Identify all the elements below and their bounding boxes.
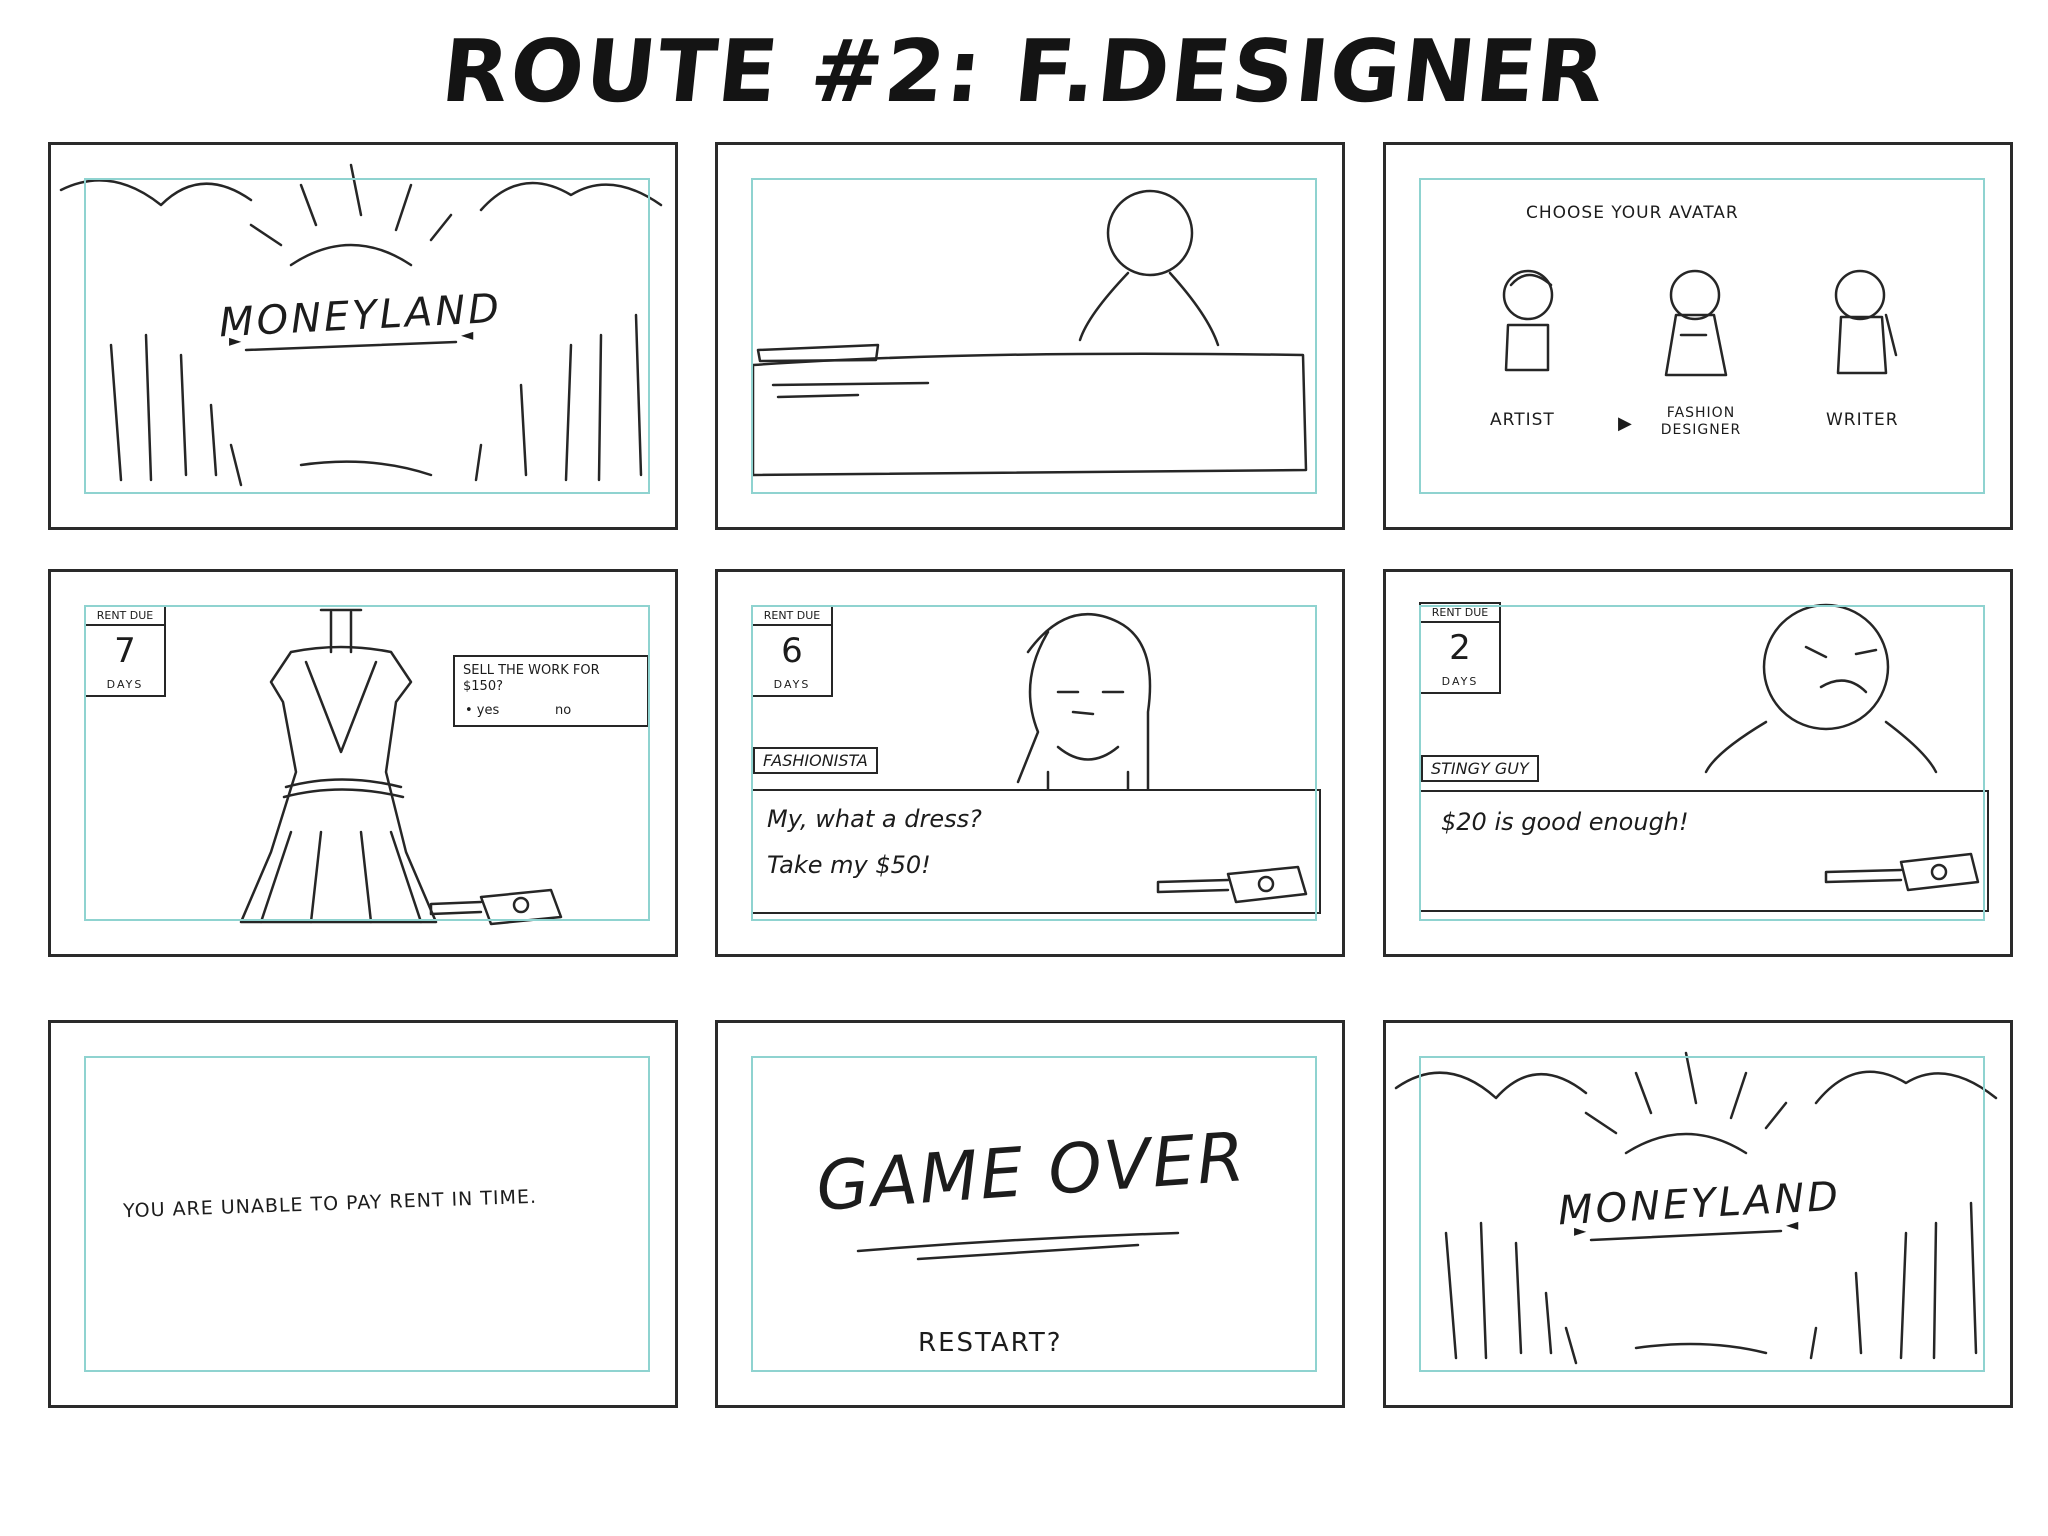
character-silhouette-sketch [751, 189, 1308, 477]
avatar-option-fashion-designer[interactable]: FASHION DESIGNER [1641, 405, 1761, 439]
sell-prompt-box: SELL THE WORK FOR $150? • yes no [453, 655, 649, 727]
choice-yes[interactable]: • yes [465, 703, 499, 718]
panel-sell-dress: RENT DUE 7 DAYS SELL THE WORK FOR $150? … [48, 569, 678, 957]
panel-game-over: GAME OVER RESTART? [715, 1020, 1345, 1408]
fail-message: YOU ARE UNABLE TO PAY RENT IN TIME. [122, 1185, 538, 1223]
panel-fashionista: RENT DUE 6 DAYS FASHIONISTA My, what a d… [715, 569, 1345, 957]
panel-avatar-select: CHOOSE YOUR AVATAR ARTIST ▶ FASHION DESI… [1383, 142, 2013, 530]
panel-intro [715, 142, 1345, 530]
start-arrow-left-icon[interactable]: ► [1574, 1221, 1586, 1240]
avatar-option-writer[interactable]: WRITER [1826, 410, 1899, 430]
selection-cursor-icon: ▶ [1618, 413, 1632, 434]
choice-no[interactable]: no [555, 703, 571, 718]
start-arrow-right-icon: ◄ [461, 325, 474, 344]
page-title: ROUTE #2: F.DESIGNER [437, 22, 1611, 122]
panel-fail-message: YOU ARE UNABLE TO PAY RENT IN TIME. [48, 1020, 678, 1408]
panel-title-screen: MONEYLAND ► ◄ [48, 142, 678, 530]
avatar-heading: CHOOSE YOUR AVATAR [1526, 203, 1739, 223]
rent-due-counter: RENT DUE 7 DAYS [84, 605, 166, 697]
sell-prompt-text: SELL THE WORK FOR $150? [463, 663, 600, 694]
start-arrow-left-icon[interactable]: ► [229, 331, 241, 350]
panel-title-screen-return: MONEYLAND ► ◄ [1383, 1020, 2013, 1408]
start-arrow-right-icon: ◄ [1786, 1215, 1799, 1234]
panel-stingy-guy: RENT DUE 2 DAYS STINGY GUY $20 is good e… [1383, 569, 2013, 957]
rent-days-label: DAYS [106, 678, 144, 691]
rent-due-label: RENT DUE [86, 609, 164, 626]
money-counter-sketch [1824, 852, 1980, 892]
restart-button[interactable]: RESTART? [918, 1328, 1063, 1358]
rent-days-number: 7 [114, 631, 136, 671]
money-counter-sketch [1156, 865, 1308, 904]
avatar-option-artist[interactable]: ARTIST [1490, 410, 1555, 430]
